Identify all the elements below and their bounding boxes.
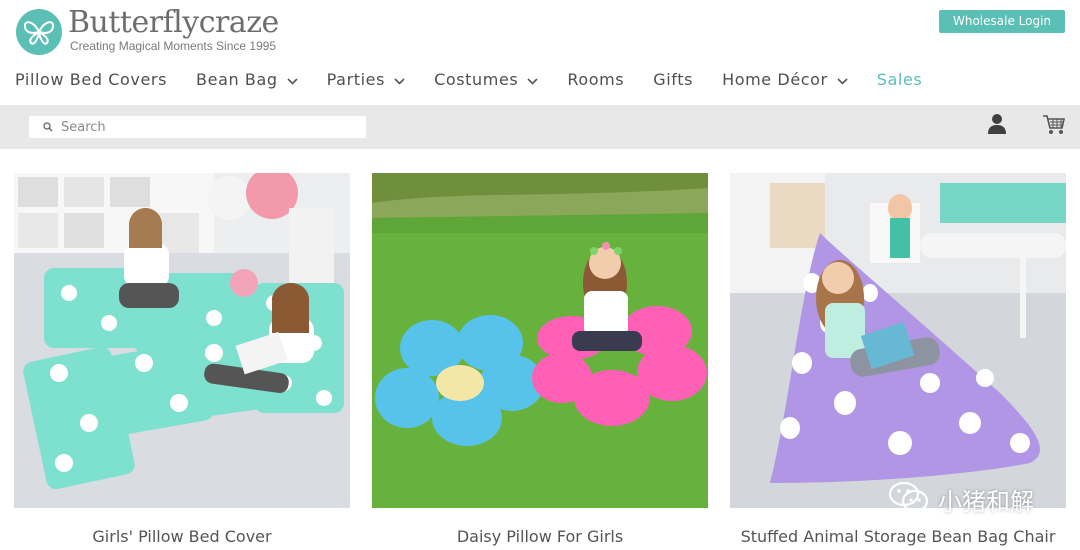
nav-item-label: Home Décor: [722, 69, 828, 89]
user-icon[interactable]: [987, 113, 1007, 139]
nav-item-costumes[interactable]: Costumes: [434, 70, 538, 89]
product-image[interactable]: [372, 173, 708, 508]
search-input[interactable]: [59, 118, 353, 136]
search-icon: [43, 122, 53, 132]
product-card[interactable]: Daisy Pillow For Girls: [372, 173, 708, 546]
nav-item-label: Rooms: [567, 69, 625, 89]
cart-icon[interactable]: [1042, 114, 1066, 140]
nav-item-bean-bag[interactable]: Bean Bag: [196, 70, 298, 89]
nav-item-gifts[interactable]: Gifts: [653, 70, 693, 89]
product-title[interactable]: Girls' Pillow Bed Cover: [14, 527, 350, 546]
main-nav: Pillow Bed Covers Bean Bag Parties Costu…: [15, 66, 951, 92]
search-box[interactable]: [29, 116, 366, 138]
product-image[interactable]: [730, 173, 1066, 508]
brand-logo[interactable]: Butterflycraze Creating Magical Moments …: [16, 8, 279, 55]
search-bar: [0, 105, 1080, 149]
watermark-text: 小猪和解: [938, 487, 1034, 516]
product-title[interactable]: Stuffed Animal Storage Bean Bag Chair: [730, 527, 1066, 546]
brand-name: Butterflycraze: [68, 5, 279, 40]
nav-item-label: Gifts: [653, 69, 694, 89]
wholesale-login-button[interactable]: Wholesale Login: [939, 10, 1065, 33]
wechat-icon: [888, 480, 930, 518]
chevron-down-icon: [287, 70, 298, 89]
chevron-down-icon: [527, 70, 538, 89]
nav-item-pillow-bed-covers[interactable]: Pillow Bed Covers: [15, 70, 167, 89]
nav-item-home-decor[interactable]: Home Décor: [722, 70, 848, 89]
nav-item-label: Bean Bag: [196, 69, 278, 89]
product-card[interactable]: Girls' Pillow Bed Cover: [14, 173, 350, 546]
nav-item-label: Sales: [876, 69, 923, 89]
product-card[interactable]: Stuffed Animal Storage Bean Bag Chair: [730, 173, 1066, 546]
site-header: Butterflycraze Creating Magical Moments …: [0, 0, 1080, 105]
chevron-down-icon: [837, 70, 848, 89]
nav-item-label: Costumes: [434, 69, 519, 89]
nav-item-label: Pillow Bed Covers: [15, 69, 168, 89]
chevron-down-icon: [394, 70, 405, 89]
nav-item-rooms[interactable]: Rooms: [567, 70, 624, 89]
brand-tagline: Creating Magical Moments Since 1995: [70, 39, 277, 53]
butterfly-logo-icon: [16, 9, 62, 55]
nav-item-sales[interactable]: Sales: [877, 70, 923, 89]
nav-item-parties[interactable]: Parties: [327, 70, 405, 89]
nav-item-label: Parties: [326, 69, 386, 89]
product-title[interactable]: Daisy Pillow For Girls: [372, 527, 708, 546]
watermark: 小猪和解: [888, 480, 1034, 518]
product-image[interactable]: [14, 173, 350, 508]
